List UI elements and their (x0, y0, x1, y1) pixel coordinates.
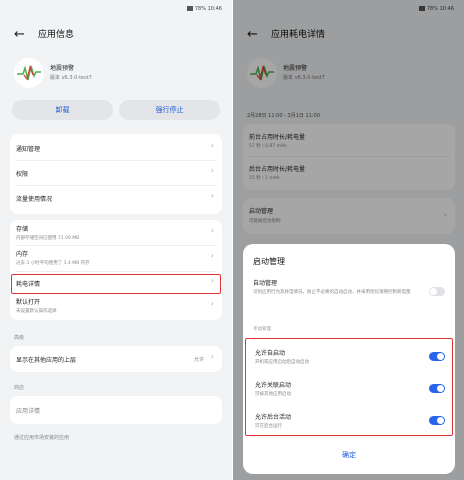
allow-associated-launch-toggle[interactable] (429, 384, 445, 393)
settings-group-1: 通知管理 › 权限 › 流量使用情况 › (10, 134, 222, 214)
sheet-title: 启动管理 (253, 257, 285, 266)
chevron-right-icon: › (210, 299, 214, 308)
auto-manage-label: 自动管理 (253, 280, 278, 287)
app-version: 版本 v6.3.0-test7 (50, 75, 92, 81)
allow-auto-launch-label: 允许自启动 (255, 350, 286, 357)
permissions-item[interactable]: 权限 (16, 169, 28, 178)
default-open-detail: 未设置默认操作选择 (16, 309, 57, 314)
memory-detail: 过去 3 小时平均使用了 1.4 MB 内存 (16, 261, 90, 266)
chevron-right-icon: › (210, 226, 214, 235)
confirm-button[interactable]: 确定 (243, 450, 455, 460)
uninstall-button[interactable]: 卸载 (12, 100, 113, 120)
app-details-item[interactable]: 应用详情 (16, 406, 40, 415)
chevron-right-icon: › (210, 251, 214, 260)
section-label-advanced: 高级 (14, 335, 25, 341)
battery-details-screen: 78% 10:46 ← 应用耗电详情 地震预警 版本 v6.3.0-test7 … (233, 0, 464, 480)
app-info-screen: 78% 10:46 ← 应用信息 地震预警 版本 v6.3.0-test7 卸载… (0, 0, 232, 480)
auto-manage-toggle[interactable] (429, 287, 445, 296)
status-bar: 78% 10:46 (186, 6, 222, 12)
overlay-card: 显示在其他应用的上层 允许 › (10, 346, 222, 372)
force-stop-button[interactable]: 强行停止 (119, 100, 220, 120)
overlay-value: 允许 (193, 357, 204, 363)
settings-group-2: 存储 内部存储空间已使用 71.09 MB › 内存 过去 3 小时平均使用了 … (10, 220, 222, 320)
data-usage-item[interactable]: 流量使用情况 (16, 194, 52, 203)
storage-item[interactable]: 存储 (16, 224, 28, 233)
allow-auto-launch-toggle[interactable] (429, 352, 445, 361)
allow-auto-launch-desc: 开机或应用启动后自动启动 (255, 360, 309, 365)
allow-background-activity-toggle[interactable] (429, 416, 445, 425)
storage-detail: 内部存储空间已使用 71.09 MB (16, 236, 80, 241)
back-arrow-icon[interactable]: ← (14, 26, 25, 44)
allow-background-activity-label: 允许后台活动 (255, 414, 292, 421)
notification-management-item[interactable]: 通知管理 (16, 144, 40, 153)
store-card: 应用详情 (10, 396, 222, 424)
highlight-box (11, 274, 221, 294)
chevron-right-icon: › (210, 141, 214, 150)
chevron-right-icon: › (210, 166, 214, 175)
allow-associated-launch-label: 允许关联启动 (255, 382, 292, 389)
signal-icon (186, 6, 193, 11)
display-over-apps-item[interactable]: 显示在其他应用的上层 (16, 355, 76, 364)
app-icon (14, 58, 44, 88)
chevron-right-icon: › (210, 191, 214, 200)
chevron-right-icon: › (210, 352, 214, 361)
section-label-store: 商店 (14, 385, 25, 391)
manual-manage-label: 手动管理 (253, 327, 271, 332)
launch-management-sheet: 启动管理 自动管理 识别应用行为及耗电情况，防止不必要的自动启动，并采用优化策略… (243, 244, 455, 474)
auto-manage-desc: 识别应用行为及耗电情况，防止不必要的自动启动，并采用优化策略控制耗电量 (253, 290, 411, 295)
allow-associated-launch-desc: 可被其他应用启动 (255, 392, 291, 397)
allow-background-activity-desc: 可在后台运行 (255, 424, 282, 429)
default-open-item[interactable]: 默认打开 (16, 297, 40, 306)
app-name: 地震预警 (50, 65, 75, 72)
footer-note: 通过应用市场安装的应用 (14, 435, 70, 441)
memory-item[interactable]: 内存 (16, 249, 28, 258)
page-title: 应用信息 (38, 30, 75, 40)
